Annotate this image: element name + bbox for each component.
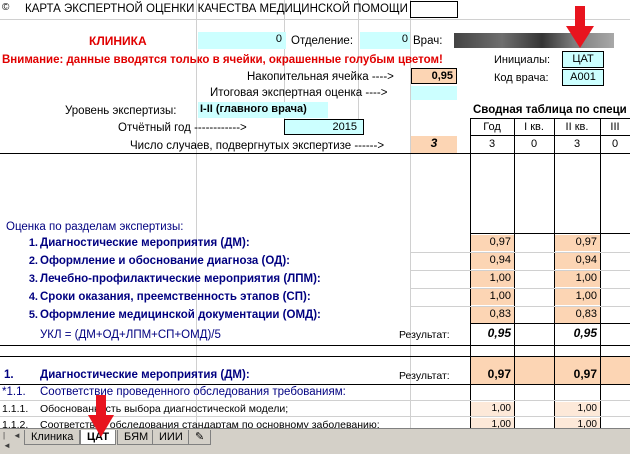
section-q2-value: 0,94	[555, 253, 600, 269]
section-year-value: 0,97	[471, 235, 514, 251]
summary-table-title: Сводная таблица по специ	[473, 104, 627, 116]
detail-row-label: Обоснованность выбора диагностической мо…	[40, 403, 289, 415]
detail-row-year: 1,00	[471, 402, 514, 416]
section-label: Лечебно-профилактические мероприятия (ЛП…	[40, 273, 321, 285]
doctor-code-label: Код врача:	[494, 72, 549, 84]
ukl-result-label: Результат:	[399, 329, 450, 341]
summary-count-year: 3	[488, 138, 496, 150]
sheet-title: КАРТА ЭКСПЕРТНОЙ ОЦЕНКИ КАЧЕСТВА МЕДИЦИН…	[25, 3, 408, 15]
summary-col-q3: III	[610, 121, 620, 133]
summary-count-q1: 0	[530, 138, 538, 150]
section-q2-value: 1,00	[555, 289, 600, 305]
department-value[interactable]: 0	[360, 32, 410, 49]
clinic-value[interactable]: 0	[198, 32, 286, 49]
report-year-label: Отчётный год ------------>	[118, 122, 247, 134]
expertise-level-label: Уровень экспертизы:	[65, 105, 177, 117]
section-q2-value: 1,00	[555, 271, 600, 287]
app-icon: ©	[2, 2, 10, 13]
final-score-value[interactable]	[411, 86, 457, 100]
tab-byam[interactable]: БЯМ	[117, 430, 156, 445]
red-arrow-icon	[566, 6, 594, 48]
doctor-code-input[interactable]: А001	[562, 69, 604, 86]
ukl-year-value: 0,95	[487, 326, 511, 340]
detail-row-num: 1.1.1.	[2, 403, 29, 415]
detail-row-year: 1,00	[471, 418, 514, 428]
section-year-value: 0,94	[471, 253, 514, 269]
accumulating-value[interactable]: 0,95	[411, 68, 457, 84]
tab-klinika[interactable]: Клиника	[24, 430, 81, 445]
tab-prev-icon[interactable]: ◄	[13, 431, 21, 441]
section-label: Оформление медицинской документации (ОМД…	[40, 309, 321, 321]
section-year-value: 1,00	[471, 271, 514, 287]
section-q2-value: 0,83	[555, 307, 600, 323]
initials-input[interactable]: ЦАТ	[562, 51, 604, 68]
section-num: 3.	[28, 273, 38, 285]
summary-col-q2: II кв.	[565, 121, 589, 133]
section-num: 2.	[28, 255, 38, 267]
section-year-value: 0,83	[471, 307, 514, 323]
section-label: Сроки оказания, преемственность этапов (…	[40, 291, 311, 303]
ukl-q2-value: 0,95	[573, 326, 597, 340]
detail-row-label: Соответствие проведенного обследования т…	[40, 386, 346, 398]
cases-value: 3	[411, 136, 457, 153]
detail-year-value: 0,97	[471, 357, 514, 384]
detail-q3-cell	[601, 357, 630, 384]
accumulating-label: Накопительная ячейка ---->	[247, 71, 394, 83]
red-arrow-icon	[88, 395, 114, 437]
expertise-level-value[interactable]: I-II (главного врача)	[198, 102, 328, 118]
tab-add-icon[interactable]: ✎	[188, 430, 212, 445]
initials-label: Инициалы:	[494, 54, 551, 66]
tab-iii[interactable]: ИИИ	[152, 430, 190, 445]
ukl-formula: УКЛ = (ДМ+ОД+ЛПМ+СП+ОМД)/5	[40, 329, 221, 341]
section-year-value: 1,00	[471, 289, 514, 305]
final-score-label: Итоговая экспертная оценка ---->	[210, 87, 388, 99]
section-num: 4.	[28, 291, 38, 303]
section-num: 1.	[28, 237, 38, 249]
detail-result-label: Результат:	[399, 370, 450, 382]
detail-row-q2: 1,00	[555, 418, 600, 428]
section-label: Оформление и обоснование диагноза (ОД):	[40, 255, 290, 267]
cases-label: Число случаев, подвергнутых экспертизе -…	[130, 140, 385, 152]
sections-title: Оценка по разделам экспертизы:	[6, 221, 184, 233]
summary-count-q3: 0	[611, 138, 619, 150]
detail-row-num: *1.1.	[2, 386, 26, 398]
tab-first-icon[interactable]: |◄	[3, 431, 11, 450]
section-label: Диагностические мероприятия (ДМ):	[40, 237, 250, 249]
doctor-label: Врач:	[413, 35, 443, 47]
warning-text: Внимание: данные вводятся только в ячейк…	[2, 54, 443, 66]
title-end-cell[interactable]	[410, 1, 458, 18]
clinic-label: КЛИНИКА	[89, 34, 147, 48]
detail-label: Диагностические мероприятия (ДМ):	[40, 369, 250, 381]
section-num: 5.	[28, 309, 38, 321]
detail-q1-cell	[515, 357, 554, 384]
detail-row-q2: 1,00	[555, 402, 600, 416]
department-label: Отделение:	[291, 35, 354, 47]
summary-col-year: Год	[483, 121, 501, 133]
detail-num: 1.	[4, 369, 14, 381]
summary-col-q1: I кв.	[524, 121, 544, 133]
report-year-value[interactable]: 2015	[284, 119, 364, 135]
detail-q2-value: 0,97	[555, 357, 600, 384]
summary-count-q2: 3	[573, 138, 581, 150]
section-q2-value: 0,97	[555, 235, 600, 251]
